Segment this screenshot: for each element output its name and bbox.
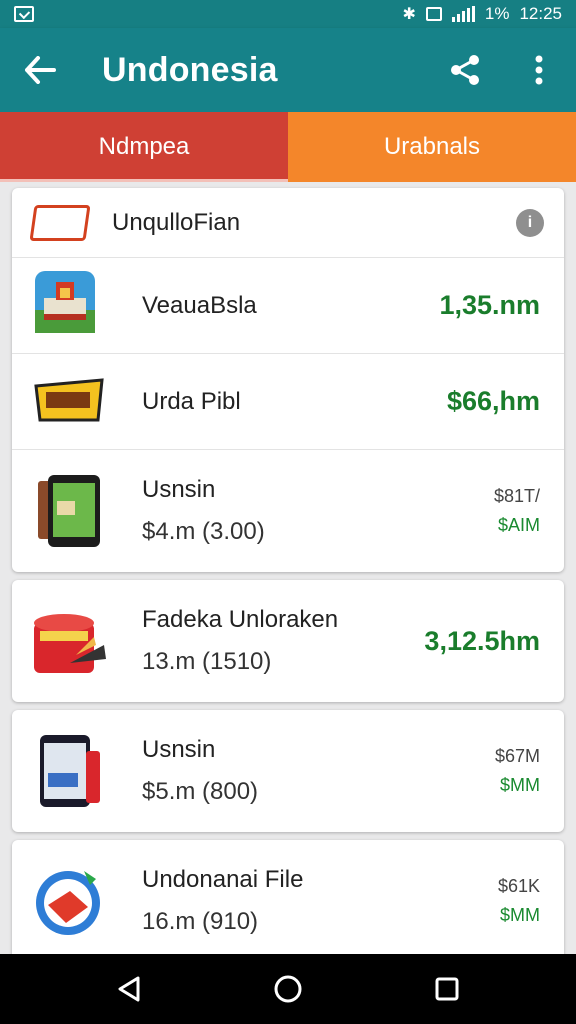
brand-logo [29, 204, 91, 241]
vibrate-icon [425, 7, 442, 21]
battery-percent: 1% [484, 4, 510, 23]
list-item-name: Fadeka Unloraken [142, 606, 339, 633]
list-item-subtitle: 13.m (1510) [142, 648, 272, 675]
back-button[interactable] [0, 28, 80, 112]
list-item-name: VeauaBsla [142, 291, 257, 319]
tab-bar: Ndmpea Urabnals [0, 112, 576, 182]
tab-ndmpea[interactable]: Ndmpea [0, 112, 288, 182]
page-title: Undonesia [102, 50, 278, 89]
list-card: Fadeka Unloraken 13.m (1510) 3,12.5hm [12, 580, 564, 702]
triangle-back-icon [118, 976, 140, 1002]
share-icon [451, 55, 479, 85]
list-item-value: $66,hm [446, 386, 540, 416]
list-item[interactable]: Usnsin $5.m (800) $67M $MM [12, 710, 564, 832]
phone-app-icon [40, 735, 100, 807]
list-header-title: UnqulloFian [112, 208, 241, 236]
list-card: Usnsin $5.m (800) $67M $MM [12, 710, 564, 832]
arrow-back-icon [25, 56, 56, 84]
list-item[interactable]: Urda Pibl $66,hm [12, 354, 564, 450]
list-item-name: Usnsin [142, 476, 216, 503]
tab-urabnals[interactable]: Urabnals [288, 112, 576, 182]
list-item[interactable]: Usnsin $4.m (3.00) $81T/ $AIM [12, 450, 564, 572]
list-item-value: 3,12.5hm [424, 625, 540, 656]
ticket-badge-icon [34, 377, 104, 421]
list-item-name: Usnsin [142, 736, 216, 763]
list-item-value-top: $67M [494, 746, 540, 766]
nav-back-button[interactable] [99, 959, 159, 1019]
list-item-value-bottom: $MM [500, 775, 540, 795]
circle-home-icon [274, 975, 302, 1003]
stadium-app-icon [35, 270, 95, 333]
clock: 12:25 [519, 4, 562, 23]
app-bar: Undonesia [0, 28, 576, 112]
list-item-name: Undonanai File [142, 866, 304, 893]
list-item-value-bottom: $MM [500, 905, 540, 925]
list-item[interactable]: VeauaBsla 1,35.nm [12, 258, 564, 354]
list-item-value: 1,35.nm [439, 290, 540, 320]
list-item-subtitle: $4.m (3.00) [142, 518, 265, 545]
square-recents-icon [435, 977, 459, 1001]
list-item-name: Urda Pibl [142, 387, 241, 415]
list-item[interactable]: Fadeka Unloraken 13.m (1510) 3,12.5hm [12, 580, 564, 702]
gift-box-icon [34, 614, 106, 673]
status-bar: ✱ 1% 12:25 [0, 0, 576, 28]
overflow-menu-button[interactable] [502, 28, 576, 112]
nav-recents-button[interactable] [417, 959, 477, 1019]
share-button[interactable] [428, 28, 502, 112]
file-badge-icon [36, 871, 100, 935]
nav-home-button[interactable] [258, 959, 318, 1019]
system-nav-bar [0, 954, 576, 1024]
phone-app-icon [38, 475, 100, 547]
list-item-value-top: $81T/ [493, 486, 540, 506]
info-icon[interactable]: i [516, 208, 544, 237]
results-list: UnqulloFian i VeauaBsla 1,35.nm Urda Pib… [12, 188, 564, 962]
list-item-subtitle: 16.m (910) [142, 908, 259, 935]
more-vert-icon [535, 55, 543, 85]
list-item-value-top: $61K [497, 876, 540, 896]
list-item-subtitle: $5.m (800) [142, 778, 259, 805]
bluetooth-icon: ✱ [402, 6, 416, 23]
download-notification-icon [14, 6, 34, 22]
list-card: UnqulloFian i VeauaBsla 1,35.nm Urda Pib… [12, 188, 564, 572]
list-item-value-bottom: $AIM [497, 515, 540, 535]
list-header: UnqulloFian i [12, 188, 564, 258]
signal-icon [451, 6, 475, 22]
